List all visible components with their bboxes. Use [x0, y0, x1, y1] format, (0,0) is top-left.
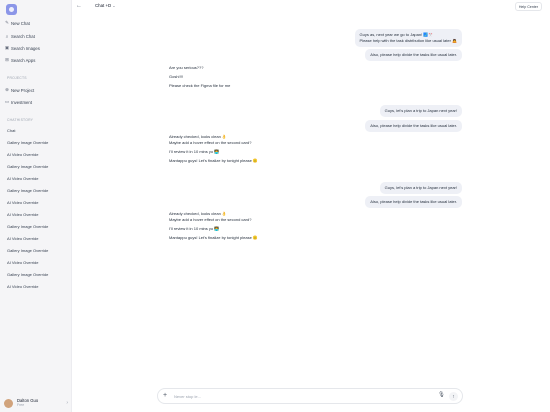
new-chat-button[interactable]: ✎ New Chat [3, 18, 69, 28]
profile-menu[interactable]: Dalton Guo Free › [4, 396, 68, 410]
conversation-item[interactable]: AI Video Override [7, 236, 39, 241]
message-input[interactable] [174, 393, 414, 400]
assistant-message: Already checked, looks clean 👌 Maybe add… [169, 134, 258, 164]
composer: + 🎙 ↑ [157, 388, 463, 404]
new-project-button[interactable]: ⊕ New Project [3, 85, 69, 95]
help-center-button[interactable]: Help Center [514, 2, 542, 11]
model-selector[interactable]: Chat +D ⌄ [95, 3, 116, 8]
project-investment-label: Investment [11, 99, 33, 105]
user-message: Also, please help divide the tasks like … [365, 49, 462, 61]
folder-plus-icon: ⊕ [5, 87, 9, 92]
arrow-left-icon: ← [76, 3, 82, 9]
search-chat-button[interactable]: ⌕ Search Chat [3, 31, 69, 41]
conversation-item[interactable]: AI Video Override [7, 200, 39, 205]
arrow-up-icon: ↑ [452, 393, 455, 400]
message-line: Please help with the task distribution l… [359, 38, 457, 43]
user-message: Also, please help divide the tasks like … [365, 120, 462, 132]
message-line: Maybe add a hover effect on the second c… [169, 217, 252, 222]
conversation-item[interactable]: Gallery Image Override [7, 188, 48, 193]
conversation-item[interactable]: AI Video Override [7, 260, 39, 265]
chevron-down-icon: ⌄ [112, 3, 116, 8]
conversation-item[interactable]: AI Video Override [7, 152, 39, 157]
profile-plan: Free [17, 403, 25, 408]
search-icon: ⌕ [5, 33, 9, 39]
attach-button[interactable]: + [163, 392, 167, 400]
conversation-item[interactable]: AI Video Override [7, 284, 39, 289]
conversation-item[interactable]: AI Video Override [7, 176, 39, 181]
user-message: Guys, let's plan a trip to Japan next ye… [379, 182, 462, 194]
assistant-message: Are you serious??? Gosh!!!! Please check… [169, 65, 230, 89]
microphone-icon[interactable]: 🎙 [438, 392, 445, 398]
collapse-sidebar-button[interactable]: ← [76, 3, 82, 9]
folder-icon: ▭ [4, 99, 10, 104]
projects-section-label: PROJECTS [7, 76, 27, 80]
message-line: Mantappu guys! Let's finalize by tonight… [169, 158, 258, 163]
search-apps-button[interactable]: ⊞ Search Apps [3, 55, 69, 65]
message-line: Mantappu guys! Let's finalize by tonight… [169, 235, 258, 240]
conversation-item[interactable]: Gallery Image Override [7, 140, 48, 145]
image-icon: ▣ [4, 45, 10, 50]
project-investment[interactable]: ▭ Investment [3, 97, 69, 107]
conversation-item[interactable]: Gallery Image Override [7, 164, 48, 169]
assistant-message: Already checked, looks clean 👌 Maybe add… [169, 211, 258, 241]
chat-history-label: CHATHISTORY [7, 118, 34, 122]
user-message: Guys as, next year we go to Japan! 🗾🎌 Pl… [354, 29, 462, 47]
conversation-item[interactable]: Gallery Image Override [7, 272, 48, 277]
user-message: Also, please help divide the tasks like … [365, 196, 462, 208]
search-images-label: Search Images [11, 45, 40, 51]
chevron-right-icon: › [66, 400, 68, 406]
sidebar: ✎ New Chat ⌕ Search Chat ▣ Search Images… [0, 0, 72, 412]
model-title: Chat +D [95, 3, 112, 8]
conversation-item[interactable]: Gallery Image Override [7, 224, 48, 229]
user-message: Guys, let's plan a trip to Japan next ye… [379, 105, 462, 117]
app-logo[interactable] [6, 4, 17, 15]
edit-icon: ✎ [5, 20, 9, 25]
message-line: Maybe add a hover effect on the second c… [169, 140, 252, 145]
search-apps-label: Search Apps [11, 57, 36, 63]
avatar [4, 398, 13, 408]
search-images-button[interactable]: ▣ Search Images [3, 43, 69, 53]
conversation-item[interactable]: Gallery Image Override [7, 248, 48, 253]
new-project-label: New Project [11, 87, 35, 93]
search-chat-label: Search Chat [11, 33, 35, 39]
message-line: Please check the Figma file for me [169, 83, 231, 88]
send-button[interactable]: ↑ [449, 392, 458, 401]
apps-icon: ⊞ [5, 57, 9, 62]
new-chat-label: New Chat [11, 20, 30, 26]
conversation-item[interactable]: Chat [7, 128, 15, 133]
conversation-item[interactable]: AI Video Override [7, 212, 39, 217]
